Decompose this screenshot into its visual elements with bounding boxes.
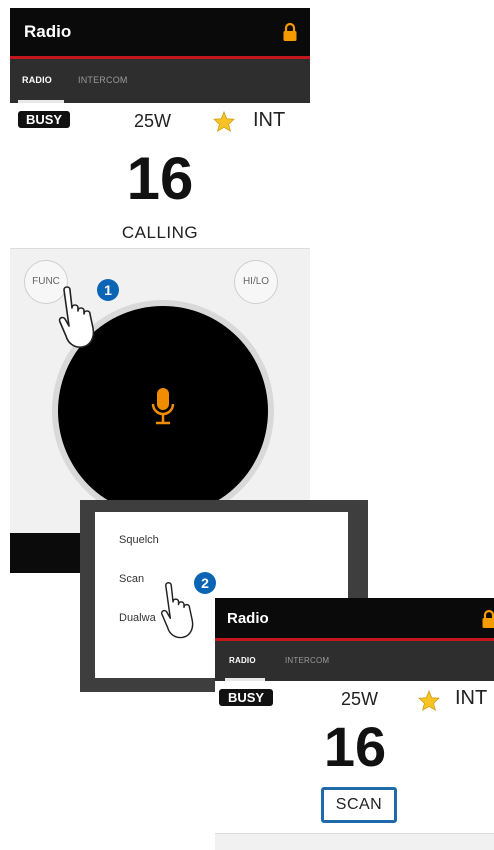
radio-screen-after: Radio RADIO INTERCOM BUSY 25W INT 16 SCA… (215, 598, 494, 850)
menu-item-dualwatch[interactable]: Dualwa (119, 612, 156, 624)
mode-label: SCAN (335, 796, 383, 813)
title-bar: Radio (215, 598, 494, 638)
title-bar: Radio (10, 8, 310, 56)
lock-icon[interactable] (282, 22, 298, 42)
lock-icon[interactable] (481, 609, 494, 629)
channel-number: 16 (126, 145, 194, 212)
tab-intercom[interactable]: INTERCOM (78, 75, 128, 85)
step-2-callout: 2 (194, 572, 216, 594)
favorite-star-icon[interactable] (418, 690, 440, 711)
microphone-icon (151, 388, 175, 425)
favorite-star-icon[interactable] (213, 111, 235, 132)
status-panel: BUSY 25W INT 16 CALLING (10, 103, 310, 253)
int-label: INT (253, 109, 286, 131)
tab-radio[interactable]: RADIO (22, 75, 52, 85)
int-label: INT (455, 687, 488, 709)
tab-radio[interactable]: RADIO (229, 656, 256, 665)
menu-item-squelch[interactable]: Squelch (119, 534, 159, 546)
mode-label: CALLING (121, 223, 199, 242)
app-title: Radio (24, 22, 72, 41)
busy-badge: BUSY (18, 111, 70, 128)
hilo-button[interactable]: HI/LO (234, 260, 278, 304)
power-level: 25W (134, 111, 172, 131)
radio-screen-before: Radio RADIO INTERCOM BUSY 25W INT 16 CAL… (10, 8, 310, 573)
status-panel: BUSY 25W INT 16 SCAN (215, 681, 494, 850)
tab-intercom[interactable]: INTERCOM (285, 656, 329, 665)
step-1-callout: 1 (97, 279, 119, 301)
tab-bar: RADIO INTERCOM (215, 641, 494, 681)
control-panel-edge (215, 833, 494, 850)
channel-number: 16 (323, 715, 387, 778)
tab-bar: RADIO INTERCOM (10, 59, 310, 103)
menu-item-scan[interactable]: Scan (119, 573, 144, 585)
busy-badge: BUSY (219, 689, 273, 706)
app-title: Radio (227, 610, 269, 627)
power-level: 25W (341, 689, 379, 709)
